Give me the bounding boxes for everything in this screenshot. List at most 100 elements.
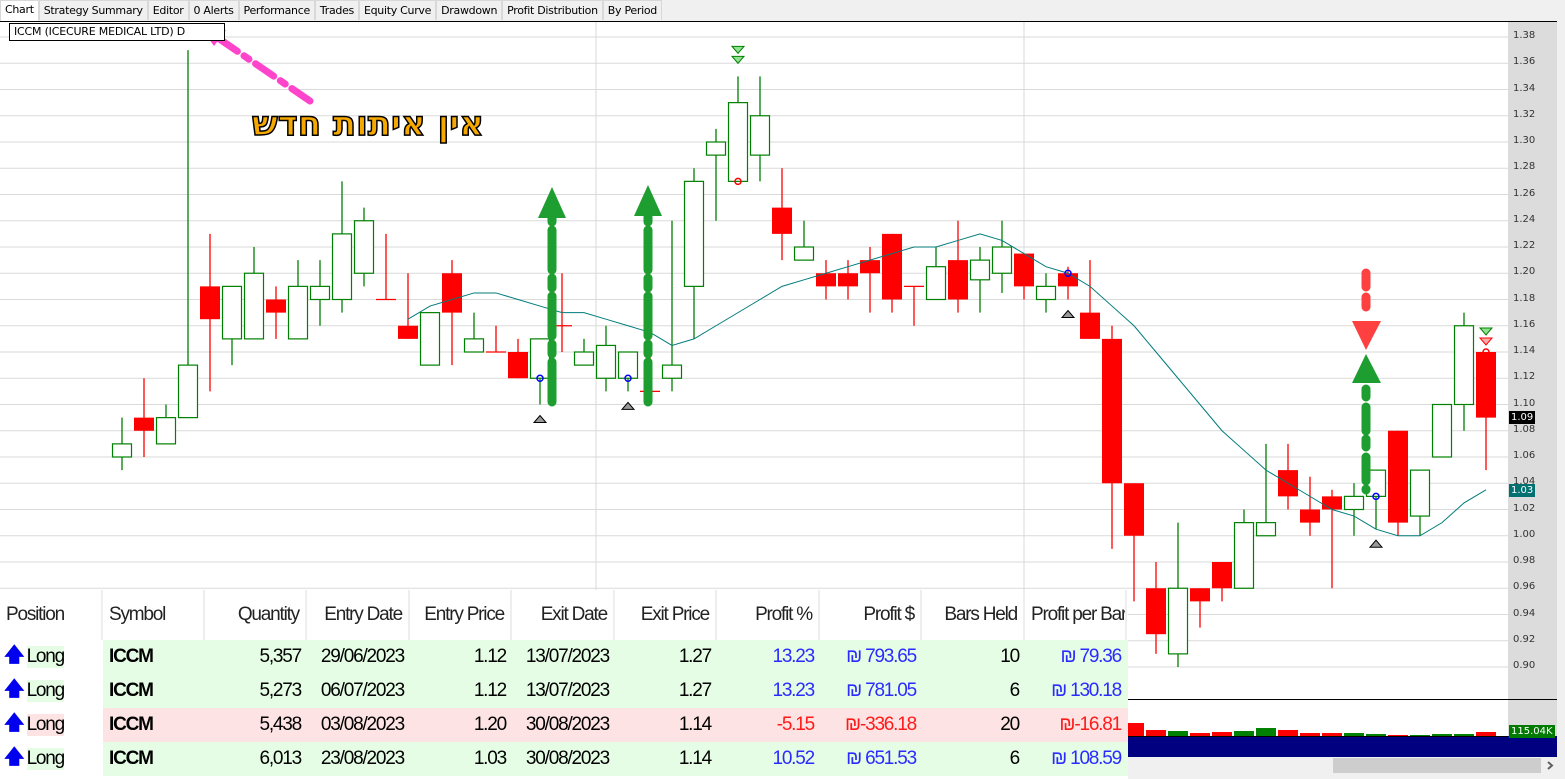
column-header[interactable]: Profit per Bar (1025, 590, 1127, 640)
candle-body (1255, 522, 1277, 537)
table-row[interactable]: 🡅 Long ICCM 5,357 29/06/2023 1.12 13/07/2023 1.… (0, 640, 1128, 674)
candle-body (1322, 496, 1342, 510)
candle-body (1058, 273, 1078, 287)
price-axis-label: 0.92 (1513, 633, 1536, 645)
volume-bar (1366, 733, 1386, 736)
cell-profit-pct: -5.15 (776, 714, 816, 735)
candle[interactable] (1388, 430, 1408, 536)
candle-body (727, 102, 749, 182)
cell-exit-date: 30/08/2023 (525, 714, 610, 735)
long-arrow-icon: 🡅 (4, 746, 25, 768)
cell-symbol: ICCM (109, 680, 154, 701)
price-axis-label: 0.98 (1513, 555, 1536, 566)
position-label: Long (26, 646, 65, 668)
candle-body (749, 115, 771, 156)
cell-entry-price: 1.12 (473, 646, 507, 667)
chart-title: ICCM (ICECURE MEDICAL LTD) D (9, 23, 225, 41)
column-header[interactable]: Profit % (717, 590, 820, 640)
volume-bar (1278, 729, 1298, 736)
position-label: Long (26, 714, 65, 736)
long-arrow-icon: 🡅 (4, 712, 25, 734)
cell-profit: ₪-336.18 (845, 714, 917, 735)
candle-body (1212, 562, 1232, 589)
candle-body (1035, 285, 1057, 301)
column-header[interactable]: Exit Date (512, 590, 615, 640)
candle-body (134, 417, 154, 431)
candle[interactable] (419, 312, 441, 366)
position-label: Long (26, 680, 65, 702)
column-header[interactable]: Symbol (103, 590, 205, 640)
cell-entry-price: 1.03 (473, 748, 507, 769)
volume-bar (1388, 734, 1408, 736)
candle-body (705, 141, 727, 156)
volume-bar (1212, 732, 1232, 736)
candle-body (1146, 588, 1166, 635)
cell-bars: 6 (1009, 748, 1021, 769)
candle-body (1124, 483, 1144, 536)
cell-entry-date: 03/08/2023 (320, 714, 405, 735)
cell-bars: 10 (1000, 646, 1020, 667)
candle-body (573, 351, 595, 366)
annotation-no-new-signal: אין איתות חדש (251, 103, 485, 145)
scrollbar-thumb[interactable] (1333, 758, 1541, 773)
candle-body (221, 285, 243, 340)
column-header[interactable]: Exit Price (615, 590, 717, 640)
volume-bar (1322, 733, 1342, 736)
candle-body (1233, 522, 1255, 589)
candle-body (1167, 587, 1189, 655)
price-axis-label: 1.08 (1513, 423, 1536, 435)
cell-exit-date: 13/07/2023 (525, 680, 610, 701)
long-arrow-icon: 🡅 (4, 644, 25, 666)
volume-tag: 115.04K (1509, 725, 1555, 738)
price-axis-label: 1.06 (1513, 450, 1536, 461)
cell-profit-pct: 13.23 (772, 646, 815, 667)
volume-bar (1256, 728, 1276, 736)
candle-body (1431, 403, 1453, 458)
column-header[interactable]: Profit $ (820, 590, 922, 640)
cell-symbol: ICCM (109, 646, 154, 667)
price-axis-label: 1.32 (1513, 108, 1536, 120)
cell-quantity: 5,438 (259, 714, 302, 735)
table-row[interactable]: 🡅 Long ICCM 5,273 06/07/2023 1.12 13/07/2023 1.… (0, 674, 1128, 708)
volume-bar (1432, 733, 1452, 736)
candle-body (1388, 430, 1408, 523)
cell-per-bar: ₪ 130.18 (1051, 680, 1122, 701)
volume-bar (1300, 733, 1320, 736)
cell-quantity: 5,273 (259, 680, 302, 701)
candle-body (948, 260, 968, 300)
position-label: Long (26, 748, 65, 770)
cell-quantity: 5,357 (259, 646, 302, 667)
column-header[interactable]: Entry Price (410, 590, 512, 640)
price-axis-label: 1.30 (1513, 135, 1536, 146)
price-axis-label: 1.16 (1513, 318, 1536, 330)
column-header[interactable]: Quantity (205, 590, 307, 640)
cell-exit-price: 1.27 (678, 646, 712, 667)
price-axis-label: 1.36 (1513, 56, 1536, 68)
cell-bars: 20 (1000, 714, 1020, 735)
column-header[interactable]: Bars Held (922, 590, 1025, 640)
candle-body (1300, 509, 1320, 523)
cell-position: 🡅 Long (0, 708, 103, 742)
candle-body (1476, 352, 1496, 418)
candle-body (1453, 325, 1475, 406)
price-axis-label: 1.14 (1513, 345, 1536, 356)
cell-symbol: ICCM (109, 748, 154, 769)
column-header[interactable]: Entry Date (307, 590, 410, 640)
cell-entry-date: 06/07/2023 (320, 680, 405, 701)
table-row[interactable]: 🡅 Long ICCM 6,013 23/08/2023 1.03 30/08/2023 1.… (0, 742, 1128, 776)
table-row[interactable]: 🡅 Long ICCM 5,438 03/08/2023 1.20 30/08/2023 1.… (0, 708, 1128, 742)
candle-body (683, 180, 705, 287)
price-axis-label: 1.00 (1513, 528, 1536, 540)
cell-profit-pct: 13.23 (772, 680, 815, 701)
price-axis-label: 1.26 (1513, 187, 1536, 199)
candle[interactable] (1431, 403, 1453, 458)
column-header[interactable]: Position (0, 590, 103, 640)
price-axis-label: 1.28 (1513, 161, 1536, 173)
price-axis-label: 1.12 (1513, 371, 1536, 383)
cell-exit-date: 13/07/2023 (525, 646, 610, 667)
price-axis-label: 1.10 (1513, 397, 1536, 409)
price-axis-label: 1.22 (1513, 240, 1536, 251)
table-header: Position Symbol Quantity Entry Date Entry Pr… (0, 590, 1128, 640)
price-axis-label: 0.96 (1513, 581, 1536, 593)
price-axis-label: 1.38 (1513, 30, 1536, 41)
